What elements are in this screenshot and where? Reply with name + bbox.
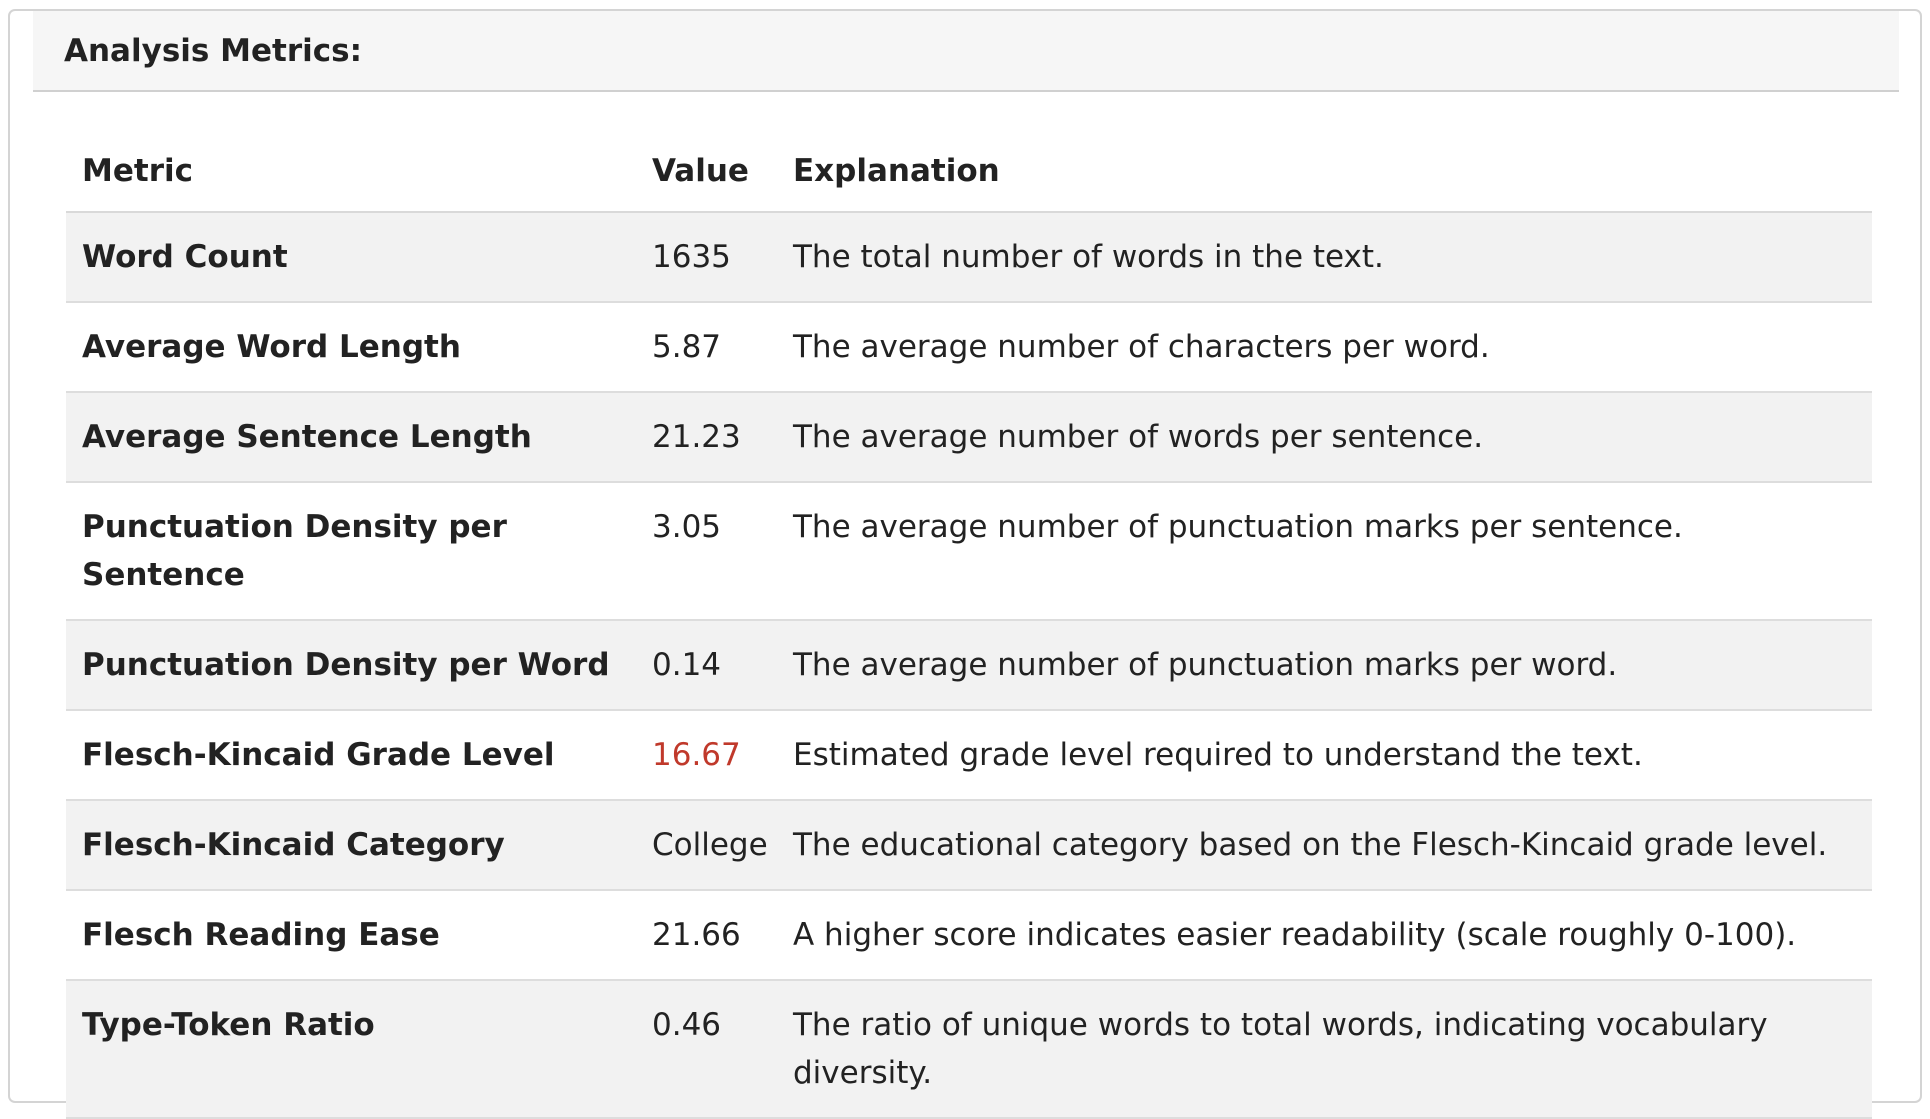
metric-explanation: The average number of punctuation marks … — [777, 482, 1872, 621]
table-header-row: Metric Value Explanation — [66, 131, 1872, 213]
metric-value: 5.87 — [636, 302, 777, 393]
metric-name: Punctuation Density per Sentence — [66, 482, 636, 621]
metric-value: 1635 — [636, 212, 777, 303]
metric-name: Word Count — [66, 212, 636, 303]
table-row: Punctuation Density per Sentence 3.05 Th… — [66, 482, 1872, 621]
metric-value: 0.46 — [636, 980, 777, 1119]
metric-explanation: The average number of characters per wor… — [777, 302, 1872, 393]
metric-value-highlighted: 16.67 — [636, 710, 777, 801]
table-row: Flesch Reading Ease 21.66 A higher score… — [66, 890, 1872, 981]
column-header-explanation: Explanation — [777, 131, 1872, 213]
panel-header: Analysis Metrics: — [33, 11, 1899, 92]
table-row: Average Sentence Length 21.23 The averag… — [66, 392, 1872, 483]
metric-name: Average Word Length — [66, 302, 636, 393]
table-row: Punctuation Density per Word 0.14 The av… — [66, 620, 1872, 711]
panel-title: Analysis Metrics: — [64, 33, 362, 69]
column-header-value: Value — [636, 131, 777, 213]
metric-value: 0.14 — [636, 620, 777, 711]
table-row: Average Word Length 5.87 The average num… — [66, 302, 1872, 393]
metrics-table: Metric Value Explanation Word Count 1635… — [66, 131, 1872, 1119]
analysis-metrics-panel: Analysis Metrics: Metric Value Explanati… — [8, 9, 1922, 1119]
table-row: Type-Token Ratio 0.46 The ratio of uniqu… — [66, 980, 1872, 1119]
metric-value: 3.05 — [636, 482, 777, 621]
metric-explanation: The educational category based on the Fl… — [777, 800, 1872, 891]
metric-explanation: The ratio of unique words to total words… — [777, 980, 1872, 1119]
metric-explanation: Estimated grade level required to unders… — [777, 710, 1872, 801]
metric-explanation: A higher score indicates easier readabil… — [777, 890, 1872, 981]
metric-name: Average Sentence Length — [66, 392, 636, 483]
metric-name: Flesch-Kincaid Grade Level — [66, 710, 636, 801]
metric-name: Flesch Reading Ease — [66, 890, 636, 981]
metric-explanation: The average number of punctuation marks … — [777, 620, 1872, 711]
metric-name: Punctuation Density per Word — [66, 620, 636, 711]
metric-value: 21.23 — [636, 392, 777, 483]
metric-name: Flesch-Kincaid Category — [66, 800, 636, 891]
metric-value: 21.66 — [636, 890, 777, 981]
metrics-table-container: Metric Value Explanation Word Count 1635… — [66, 131, 1872, 1119]
metric-explanation: The average number of words per sentence… — [777, 392, 1872, 483]
metric-value: College — [636, 800, 777, 891]
table-row: Flesch-Kincaid Grade Level 16.67 Estimat… — [66, 710, 1872, 801]
column-header-metric: Metric — [66, 131, 636, 213]
metric-explanation: The total number of words in the text. — [777, 212, 1872, 303]
table-row: Flesch-Kincaid Category College The educ… — [66, 800, 1872, 891]
metric-name: Type-Token Ratio — [66, 980, 636, 1119]
table-row: Word Count 1635 The total number of word… — [66, 212, 1872, 303]
